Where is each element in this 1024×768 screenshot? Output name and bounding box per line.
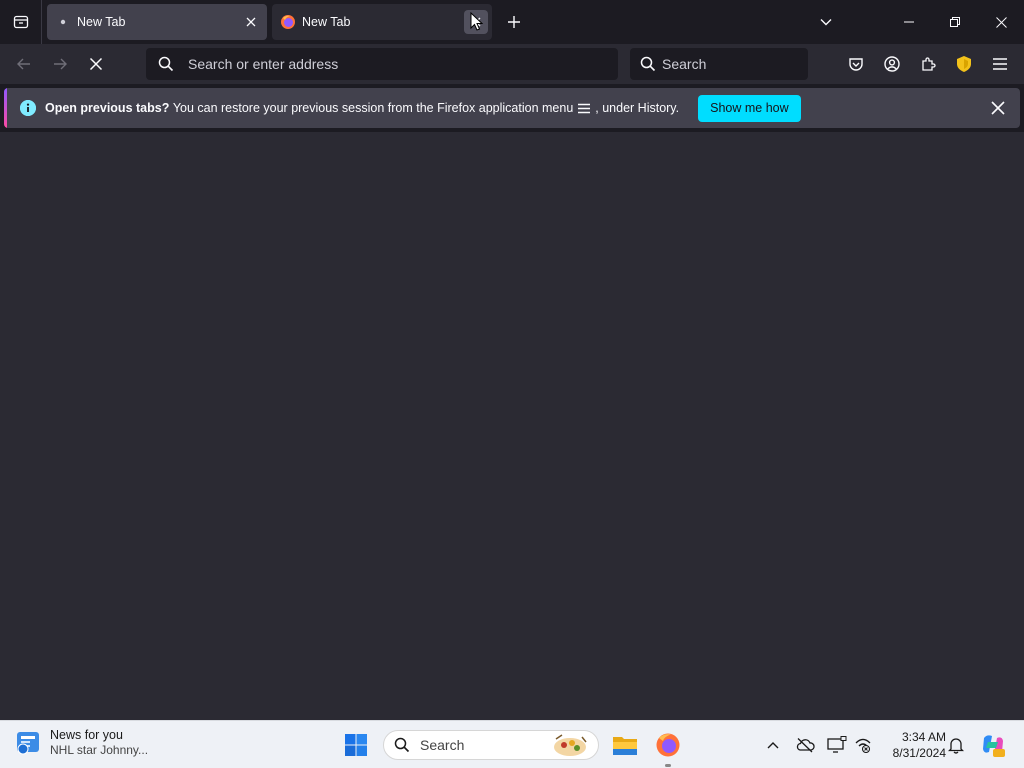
file-explorer-button[interactable]: [609, 729, 641, 761]
bell-icon: [948, 738, 964, 754]
plus-icon: [508, 16, 520, 28]
search-icon: [158, 56, 174, 72]
navigation-toolbar: [0, 44, 1024, 84]
show-me-how-button[interactable]: Show me how: [698, 94, 801, 122]
url-bar[interactable]: [146, 48, 618, 80]
windows-taskbar: News for you NHL star Johnny... Search 3…: [0, 720, 1024, 768]
back-button[interactable]: [10, 50, 38, 78]
news-title: News for you: [50, 727, 123, 742]
close-icon: [246, 17, 256, 27]
clock-time: 3:34 AM: [901, 730, 946, 744]
network-disconnected-icon: [855, 738, 871, 753]
firefox-view-icon: [13, 15, 28, 29]
notification-body: You can restore your previous session fr…: [172, 101, 574, 115]
stop-icon: [89, 57, 103, 71]
news-headline: NHL star Johnny...: [50, 742, 149, 757]
clock-date: 8/31/2024: [892, 746, 946, 760]
folder-icon: [613, 737, 637, 755]
search-highlight-icon: [550, 733, 590, 759]
menu-icon: [993, 58, 1007, 70]
pocket-button[interactable]: [842, 50, 870, 78]
restore-session-notification: Open previous tabs? You can restore your…: [4, 88, 1020, 128]
network-button[interactable]: [852, 734, 874, 756]
info-icon: [20, 100, 36, 116]
tab-label: New Tab: [77, 15, 126, 29]
news-icon: [17, 732, 39, 755]
tab-label: New Tab: [302, 15, 351, 29]
show-hidden-icons-button[interactable]: [762, 734, 784, 756]
forward-button[interactable]: [46, 50, 74, 78]
extensions-button[interactable]: [914, 50, 942, 78]
stop-button[interactable]: [82, 50, 110, 78]
taskbar-search-label: Search: [420, 737, 465, 753]
minimize-icon: [904, 21, 914, 23]
tab-strip: New Tab New Tab: [0, 0, 1024, 44]
notifications-button[interactable]: [945, 734, 967, 756]
windows-logo-icon: [345, 734, 367, 756]
shield-extension-button[interactable]: [950, 50, 978, 78]
copilot-button[interactable]: [980, 732, 1006, 758]
dot-icon: [55, 14, 71, 30]
taskbar-search[interactable]: Search: [383, 730, 599, 760]
pocket-icon: [849, 58, 863, 71]
account-button[interactable]: [878, 50, 906, 78]
clock[interactable]: 3:34 AM 8/31/2024: [880, 729, 946, 761]
window-close-button[interactable]: [978, 0, 1024, 44]
firefox-icon: [280, 14, 296, 30]
news-widget[interactable]: News for you NHL star Johnny...: [14, 727, 148, 757]
firefox-icon: [656, 733, 680, 757]
notification-message: Open previous tabs? You can restore your…: [45, 101, 679, 115]
restore-icon: [950, 17, 960, 27]
new-tab-button[interactable]: [500, 8, 528, 36]
running-indicator: [665, 764, 671, 767]
minimize-button[interactable]: [886, 0, 932, 44]
arrow-left-icon: [17, 58, 30, 70]
search-bar[interactable]: [630, 48, 808, 80]
firefox-view-button[interactable]: [0, 0, 42, 44]
restore-button[interactable]: [932, 0, 978, 44]
menu-icon: [577, 101, 591, 115]
display-button[interactable]: [826, 734, 848, 756]
start-button[interactable]: [340, 729, 372, 761]
page-content: [0, 132, 1024, 720]
search-icon: [394, 737, 410, 753]
close-icon: [995, 16, 1007, 28]
tab-2[interactable]: New Tab: [272, 4, 492, 40]
notification-close-button[interactable]: [988, 98, 1008, 118]
list-all-tabs-button[interactable]: [812, 8, 840, 36]
tab-1[interactable]: New Tab: [47, 4, 267, 40]
firefox-taskbar-button[interactable]: [652, 729, 684, 761]
mouse-cursor-icon: [470, 12, 484, 31]
search-input[interactable]: [662, 56, 792, 72]
cloud-offline-icon: [796, 738, 815, 753]
address-input[interactable]: [188, 56, 568, 72]
shield-extension-icon: [957, 56, 971, 72]
app-menu-button[interactable]: [986, 50, 1014, 78]
tab-close-button[interactable]: [239, 10, 263, 34]
arrow-right-icon: [54, 58, 67, 70]
notification-title: Open previous tabs?: [45, 101, 170, 115]
close-icon: [991, 101, 1005, 115]
chevron-up-icon: [767, 742, 779, 749]
search-icon: [640, 56, 656, 72]
copilot-icon: [983, 735, 1005, 757]
notification-body-suffix: , under History.: [595, 101, 680, 115]
monitor-icon: [827, 736, 847, 753]
onedrive-offline-button[interactable]: [794, 734, 816, 756]
account-icon: [884, 56, 900, 72]
chevron-down-icon: [820, 19, 832, 26]
extensions-icon: [922, 57, 936, 71]
